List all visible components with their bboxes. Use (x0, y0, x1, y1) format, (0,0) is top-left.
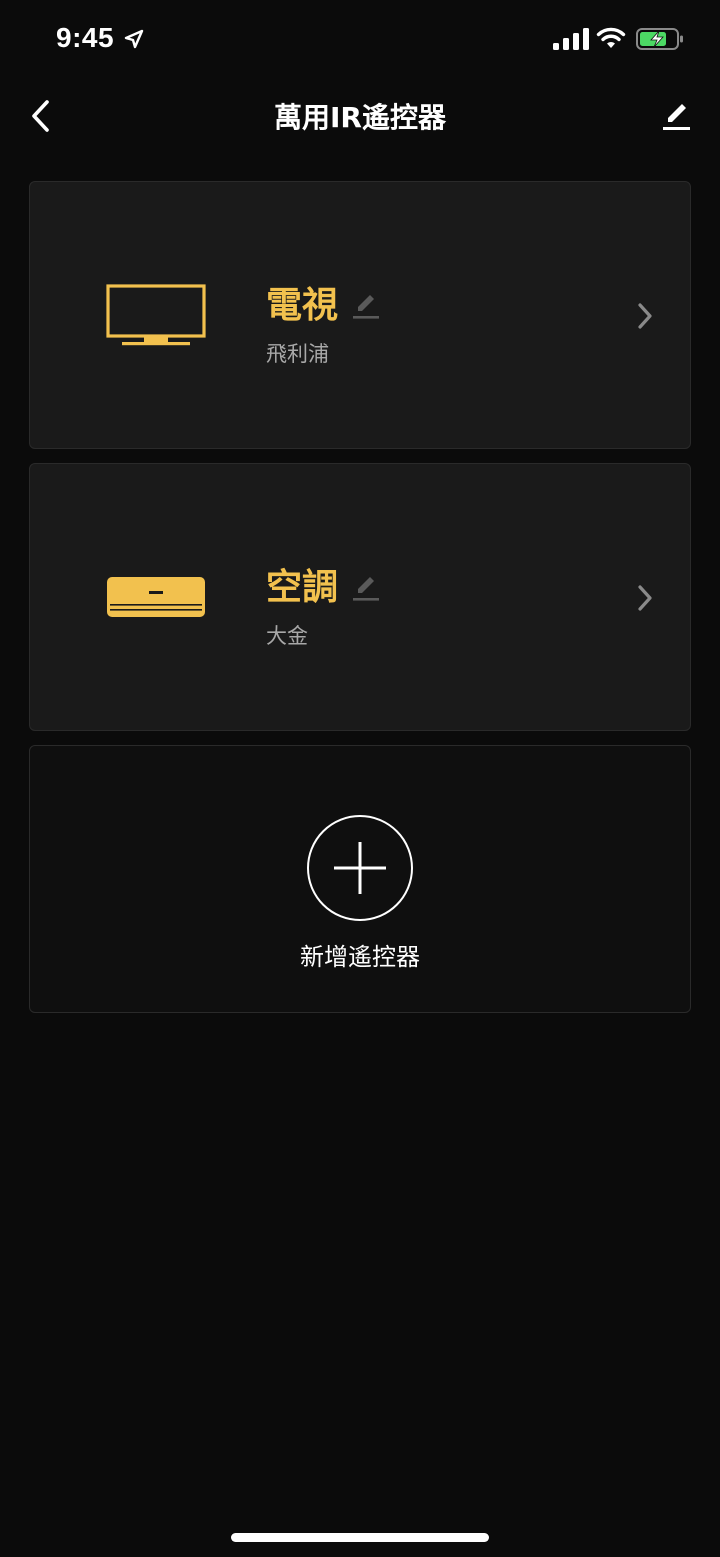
tv-icon (106, 284, 206, 346)
device-name-row: 電視 (266, 284, 382, 328)
battery-charging-icon (636, 28, 683, 50)
air-conditioner-icon (107, 577, 205, 617)
status-time: 9:45 (56, 22, 115, 53)
home-indicator (231, 1533, 489, 1542)
rename-button[interactable] (350, 572, 382, 604)
pencil-icon (353, 577, 380, 601)
device-brand: 飛利浦 (266, 342, 329, 366)
device-name-row: 空調 (266, 566, 382, 610)
add-circle (307, 815, 413, 921)
location-arrow-icon (124, 29, 144, 49)
add-remote-label: 新增遙控器 (300, 943, 420, 971)
navigation-bar: 萬用IR遙控器 (0, 80, 720, 152)
chevron-right-icon (638, 585, 652, 611)
plus-icon (334, 842, 386, 894)
remote-card-tv[interactable]: 電視 飛利浦 (29, 181, 691, 449)
rename-button[interactable] (350, 290, 382, 322)
remote-card-air-conditioner[interactable]: 空調 大金 (29, 463, 691, 731)
page-title: 萬用IR遙控器 (274, 101, 446, 134)
pencil-icon (663, 104, 690, 130)
edit-button[interactable] (654, 94, 698, 138)
device-brand: 大金 (266, 624, 308, 648)
chevron-right-icon (638, 303, 652, 329)
pencil-icon (353, 295, 380, 319)
wifi-icon (596, 27, 626, 48)
add-remote-button[interactable]: 新增遙控器 (29, 745, 691, 1013)
cellular-signal-icon (553, 28, 589, 50)
status-bar: 9:45 (0, 0, 720, 80)
device-name: 空調 (266, 567, 339, 608)
device-name: 電視 (266, 285, 339, 326)
